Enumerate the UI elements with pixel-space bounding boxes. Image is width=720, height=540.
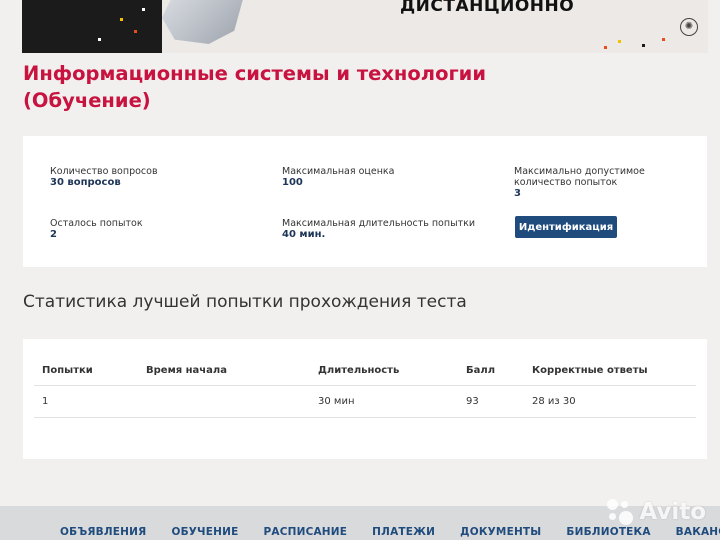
stats-card: Попытки Время начала Длительность Балл К… <box>23 339 707 459</box>
max-score-label: Максимальная оценка <box>282 166 395 177</box>
avito-dots-icon <box>605 497 635 527</box>
max-duration-value: 40 мин. <box>282 229 326 240</box>
banner-spark <box>142 8 145 11</box>
banner-spark <box>120 18 123 21</box>
column-start-time: Время начала <box>138 356 310 386</box>
test-info-card: Количество вопросов 30 вопросов Максимал… <box>23 136 707 267</box>
attempts-left: Осталось попыток 2 <box>50 218 143 240</box>
banner-confetti <box>618 40 621 43</box>
cell-score: 93 <box>458 385 524 418</box>
table-header-row: Попытки Время начала Длительность Балл К… <box>34 356 696 386</box>
max-attempts: Максимально допустимое количество попыто… <box>514 166 694 199</box>
banner-confetti <box>662 38 665 41</box>
footer-link-documents[interactable]: ДОКУМЕНТЫ <box>460 526 541 538</box>
max-duration-label: Максимальная длительность попытки <box>282 218 476 229</box>
stats-heading: Статистика лучшей попытки прохождения те… <box>23 292 467 312</box>
questions-label: Количество вопросов <box>50 166 158 177</box>
questions-count: Количество вопросов 30 вопросов <box>50 166 158 188</box>
table-row: 1 30 мин 93 28 из 30 <box>34 385 696 418</box>
max-score-value: 100 <box>282 177 303 188</box>
max-score: Максимальная оценка 100 <box>282 166 394 188</box>
cell-correct-answers: 28 из 30 <box>524 385 696 418</box>
banner-confetti <box>642 44 645 47</box>
column-attempts: Попытки <box>34 356 138 386</box>
column-correct-answers: Корректные ответы <box>524 356 696 386</box>
identification-button[interactable]: Идентификация <box>515 216 617 238</box>
attempts-left-label: Осталось попыток <box>50 218 143 229</box>
attempts-table: Попытки Время начала Длительность Балл К… <box>34 356 696 418</box>
cell-attempt: 1 <box>34 385 138 418</box>
banner-title: ДИСТАНЦИОННО <box>400 0 575 16</box>
column-score: Балл <box>458 356 524 386</box>
questions-value: 30 вопросов <box>50 177 121 188</box>
max-attempts-label: Максимально допустимое количество попыто… <box>514 166 645 188</box>
banner-spark <box>98 38 101 41</box>
page-title: Информационные системы и технологии (Обу… <box>23 62 486 112</box>
column-duration: Длительность <box>310 356 458 386</box>
banner-polygon-figure <box>162 0 243 44</box>
attempts-left-value: 2 <box>50 229 57 240</box>
avito-watermark-text: Avito <box>639 499 706 525</box>
banner-dark-art <box>22 0 162 53</box>
banner-confetti <box>604 46 607 49</box>
cell-start-time <box>138 385 310 418</box>
footer-link-schedule[interactable]: РАСПИСАНИЕ <box>263 526 347 538</box>
footer-link-education[interactable]: ОБУЧЕНИЕ <box>171 526 238 538</box>
max-duration: Максимальная длительность попытки 40 мин… <box>282 218 475 240</box>
avito-watermark: Avito <box>605 494 706 530</box>
max-attempts-value: 3 <box>514 188 521 199</box>
top-banner: ДИСТАНЦИОННО ✺ <box>22 0 708 53</box>
footer-link-announcements[interactable]: ОБЪЯВЛЕНИЯ <box>60 526 146 538</box>
swirl-logo-icon: ✺ <box>680 18 698 36</box>
footer-link-payments[interactable]: ПЛАТЕЖИ <box>372 526 435 538</box>
banner-spark <box>134 30 137 33</box>
cell-duration: 30 мин <box>310 385 458 418</box>
